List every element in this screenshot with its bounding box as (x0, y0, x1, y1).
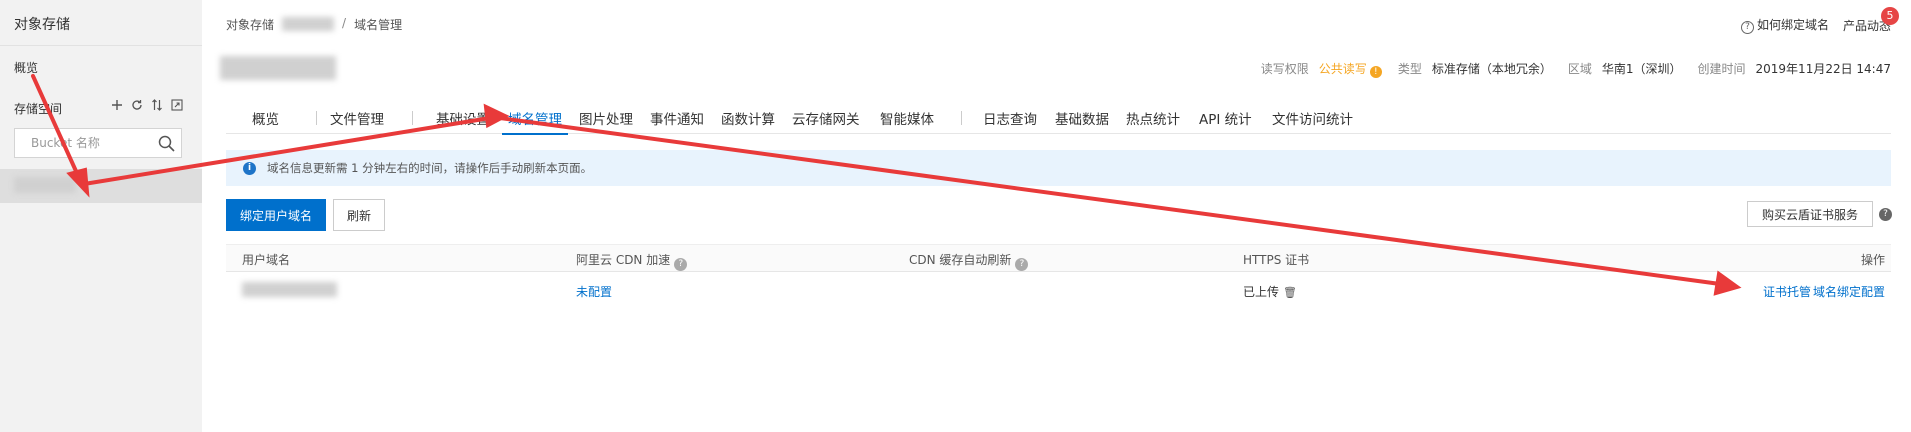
sidebar-title: 对象存储 (14, 17, 70, 33)
domain-binding-config-link[interactable]: 域名绑定配置 (1813, 283, 1885, 300)
info-icon: i (243, 161, 256, 175)
cert-hosting-link[interactable]: 证书托管 (1763, 283, 1811, 300)
th-https: HTTPS 证书 (1243, 253, 1310, 267)
tab-files[interactable]: 文件管理 (330, 108, 384, 128)
main-content: 对象存储 / 域名管理 ? 如何绑定域名 产品动态 5 读写权限 公共读写! 类型标… (202, 0, 1911, 432)
sidebar: 对象存储 概览 存储空间 (0, 0, 202, 432)
th-cdn-refresh-label: CDN 缓存自动刷新 (909, 253, 1012, 267)
help-icon: ? (1740, 21, 1754, 34)
info-notice: i 域名信息更新需 1 分钟左右的时间，请操作后手动刷新本页面。 (226, 150, 1891, 186)
sidebar-divider (0, 45, 202, 46)
tab-api-stats[interactable]: API 统计 (1199, 108, 1252, 128)
tab-image-processing[interactable]: 图片处理 (579, 108, 633, 128)
tab-separator (316, 111, 317, 125)
breadcrumb-current: 域名管理 (354, 18, 403, 32)
tab-file-access-stats[interactable]: 文件访问统计 (1272, 108, 1353, 128)
meta-type-label: 类型 (1397, 62, 1422, 76)
meta-created: 创建时间 2019年11月22日 14:47 (1698, 60, 1892, 78)
meta-type-value: 标准存储（本地冗余） (1431, 62, 1552, 76)
buy-cert-button[interactable]: 购买云盾证书服务 (1747, 201, 1873, 227)
notification-badge: 5 (1881, 6, 1899, 25)
help-icon[interactable]: ? (1879, 208, 1892, 221)
redacted-breadcrumb (282, 17, 335, 31)
help-icon[interactable]: ? (1015, 258, 1029, 271)
sort-icon[interactable] (150, 98, 163, 112)
tab-hotspot-stats[interactable]: 热点统计 (1126, 108, 1180, 128)
tab-function-compute[interactable]: 函数计算 (721, 108, 775, 128)
th-domain: 用户域名 (242, 253, 291, 267)
redacted-bucket-title (220, 56, 336, 80)
trash-icon[interactable]: 🗑 (1283, 286, 1297, 299)
tab-bar: 概览 文件管理 基础设置 域名管理 图片处理 事件通知 函数计算 云存储网关 智… (226, 108, 1891, 135)
tab-separator (412, 111, 413, 125)
meta-type: 类型 标准存储（本地冗余） (1398, 60, 1552, 78)
meta-region: 区域 华南1（深圳） (1568, 60, 1682, 78)
sidebar-tools (110, 98, 183, 112)
header-right: ? 如何绑定域名 产品动态 5 (1740, 6, 1899, 34)
refresh-button[interactable]: 刷新 (333, 199, 385, 231)
breadcrumb: 对象存储 / 域名管理 (226, 16, 402, 33)
tab-overview[interactable]: 概览 (252, 108, 279, 128)
cdn-status-link[interactable]: 未配置 (576, 283, 612, 300)
tab-separator (961, 111, 962, 125)
https-status: 已上传 🗑 (1243, 283, 1297, 300)
tab-basic-settings[interactable]: 基础设置 (436, 108, 490, 128)
meta-rw: 读写权限 公共读写! (1261, 60, 1382, 78)
table-row: 未配置 已上传 🗑 证书托管 域名绑定配置 (226, 274, 1891, 306)
tab-intelligent-media[interactable]: 智能媒体 (880, 108, 934, 128)
help-link-label: 如何绑定域名 (1756, 18, 1829, 32)
redacted-domain (242, 282, 337, 297)
th-actions: 操作 (1860, 253, 1885, 267)
redacted-bucket-name (14, 177, 76, 193)
bucket-search-input[interactable] (15, 129, 150, 157)
expand-icon[interactable] (170, 98, 183, 112)
tab-event-notification[interactable]: 事件通知 (650, 108, 704, 128)
tab-basic-data[interactable]: 基础数据 (1055, 108, 1109, 128)
meta-rw-value: 公共读写 (1318, 62, 1367, 76)
meta-rw-label: 读写权限 (1260, 62, 1309, 76)
bucket-list-item[interactable] (0, 169, 202, 203)
bind-domain-button[interactable]: 绑定用户域名 (226, 199, 326, 231)
th-cdn: 阿里云 CDN 加速? (576, 251, 688, 271)
bucket-meta: 读写权限 公共读写! 类型 标准存储（本地冗余） 区域 华南1（深圳） 创建时间 201… (1261, 60, 1891, 78)
table-header: 用户域名 阿里云 CDN 加速? CDN 缓存自动刷新? HTTPS 证书 操作 (226, 244, 1891, 272)
sidebar-item-overview[interactable]: 概览 (14, 59, 38, 76)
plus-icon[interactable] (110, 98, 123, 112)
tab-domain-management[interactable]: 域名管理 (502, 108, 568, 135)
https-status-label: 已上传 (1243, 285, 1280, 299)
th-cdn-label: 阿里云 CDN 加速 (576, 253, 671, 267)
help-icon[interactable]: ? (674, 258, 688, 271)
th-cdn-refresh: CDN 缓存自动刷新? (909, 251, 1029, 271)
meta-region-value: 华南1（深圳） (1601, 62, 1682, 76)
meta-created-label: 创建时间 (1697, 62, 1746, 76)
refresh-icon[interactable] (130, 98, 143, 112)
notice-text: 域名信息更新需 1 分钟左右的时间，请操作后手动刷新本页面。 (267, 161, 593, 175)
help-link[interactable]: ? 如何绑定域名 (1740, 16, 1829, 34)
warning-icon[interactable]: ! (1369, 66, 1382, 78)
product-news[interactable]: 产品动态 5 (1843, 6, 1899, 34)
tab-log-query[interactable]: 日志查询 (983, 108, 1037, 128)
search-icon[interactable] (158, 135, 175, 155)
breadcrumb-item[interactable]: 对象存储 (226, 16, 274, 33)
bucket-search (14, 128, 182, 158)
meta-region-label: 区域 (1567, 62, 1592, 76)
meta-created-value: 2019年11月22日 14:47 (1755, 62, 1891, 76)
breadcrumb-separator: / (342, 16, 347, 30)
sidebar-storage-label: 存储空间 (14, 102, 63, 116)
tab-storage-gateway[interactable]: 云存储网关 (792, 108, 860, 128)
